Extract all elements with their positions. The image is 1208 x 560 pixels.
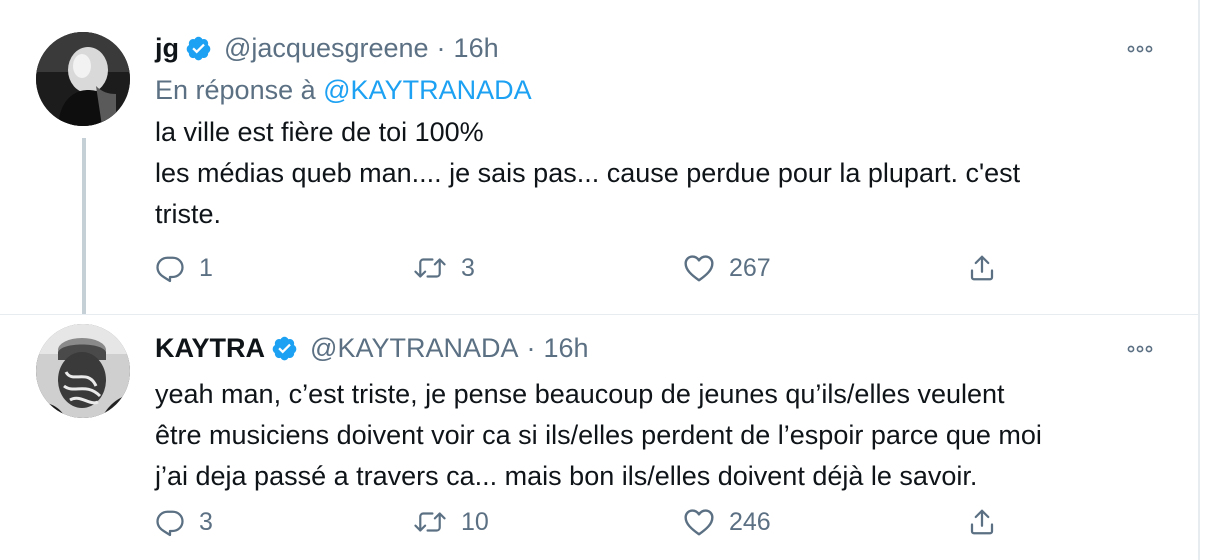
user-handle[interactable]: @jacquesgreene	[224, 33, 429, 64]
tweet-text-line: les médias queb man.... je sais pas... c…	[155, 158, 1021, 188]
retweet-button[interactable]: 3	[413, 248, 475, 288]
like-count: 267	[729, 253, 771, 282]
verified-badge-icon	[271, 335, 298, 362]
retweet-button[interactable]: 10	[413, 502, 489, 542]
retweet-icon	[414, 512, 446, 532]
reply-context: En réponse à @KAYTRANADA	[155, 72, 1160, 108]
tweet-text: yeah man, c’est triste, je pense beaucou…	[155, 374, 1160, 497]
display-name[interactable]: KAYTRA	[155, 333, 265, 364]
user-handle[interactable]: @KAYTRANADA	[310, 333, 518, 364]
tweet-content: jg @jacquesgreene · 16h En réponse à @KA…	[155, 30, 1160, 235]
like-button[interactable]: 267	[683, 248, 771, 288]
more-options-icon[interactable]	[1120, 334, 1160, 364]
avatar[interactable]	[36, 324, 130, 418]
tweet-actions: 1 3 267	[155, 248, 1015, 288]
tweet-thread: jg @jacquesgreene · 16h En réponse à @KA…	[0, 0, 1200, 560]
retweet-count: 3	[461, 253, 475, 282]
timestamp[interactable]: 16h	[454, 33, 499, 64]
tweet-header: jg @jacquesgreene · 16h	[155, 30, 1160, 66]
reply-button[interactable]: 1	[155, 248, 213, 288]
tweet[interactable]: jg @jacquesgreene · 16h En réponse à @KA…	[0, 0, 1200, 316]
tweet-header: KAYTRA @KAYTRANADA · 16h	[155, 330, 1160, 366]
reply-context-label: En réponse à	[155, 75, 316, 105]
separator-dot: ·	[526, 332, 536, 363]
reply-icon	[156, 256, 184, 283]
share-button[interactable]	[967, 248, 997, 288]
reply-count: 3	[199, 507, 213, 536]
more-options-icon[interactable]	[1120, 34, 1160, 64]
tweet-text-line: être musiciens doivent voir ca si ils/el…	[155, 420, 1042, 450]
like-count: 246	[729, 507, 771, 536]
share-icon	[970, 255, 994, 281]
tweet-content: KAYTRA @KAYTRANADA · 16h yeah man, c’est…	[155, 330, 1160, 497]
tweet-text-line: j’ai deja passé a travers ca... mais bon…	[155, 461, 978, 491]
heart-icon	[684, 255, 714, 282]
reply-to-link[interactable]: @KAYTRANADA	[323, 75, 531, 105]
avatar[interactable]	[36, 32, 130, 126]
retweet-icon	[414, 258, 446, 278]
display-name[interactable]: jg	[155, 33, 179, 64]
tweet[interactable]: KAYTRA @KAYTRANADA · 16h yeah man, c’est…	[0, 316, 1200, 560]
separator-dot: ·	[436, 32, 446, 63]
tweet-text: la ville est fière de toi 100% les média…	[155, 112, 1160, 235]
tweet-text-line: yeah man, c’est triste, je pense beaucou…	[155, 379, 1005, 409]
share-button[interactable]	[967, 502, 997, 542]
share-icon	[970, 509, 994, 535]
tweet-actions: 3 10 246	[155, 502, 1015, 542]
verified-badge-icon	[185, 35, 212, 62]
reply-button[interactable]: 3	[155, 502, 213, 542]
like-button[interactable]: 246	[683, 502, 771, 542]
reply-count: 1	[199, 253, 213, 282]
reply-icon	[156, 510, 184, 537]
heart-icon	[684, 509, 714, 536]
retweet-count: 10	[461, 507, 489, 536]
timestamp[interactable]: 16h	[543, 333, 588, 364]
tweet-text-line: triste.	[155, 199, 222, 229]
tweet-text-line: la ville est fière de toi 100%	[155, 117, 484, 147]
